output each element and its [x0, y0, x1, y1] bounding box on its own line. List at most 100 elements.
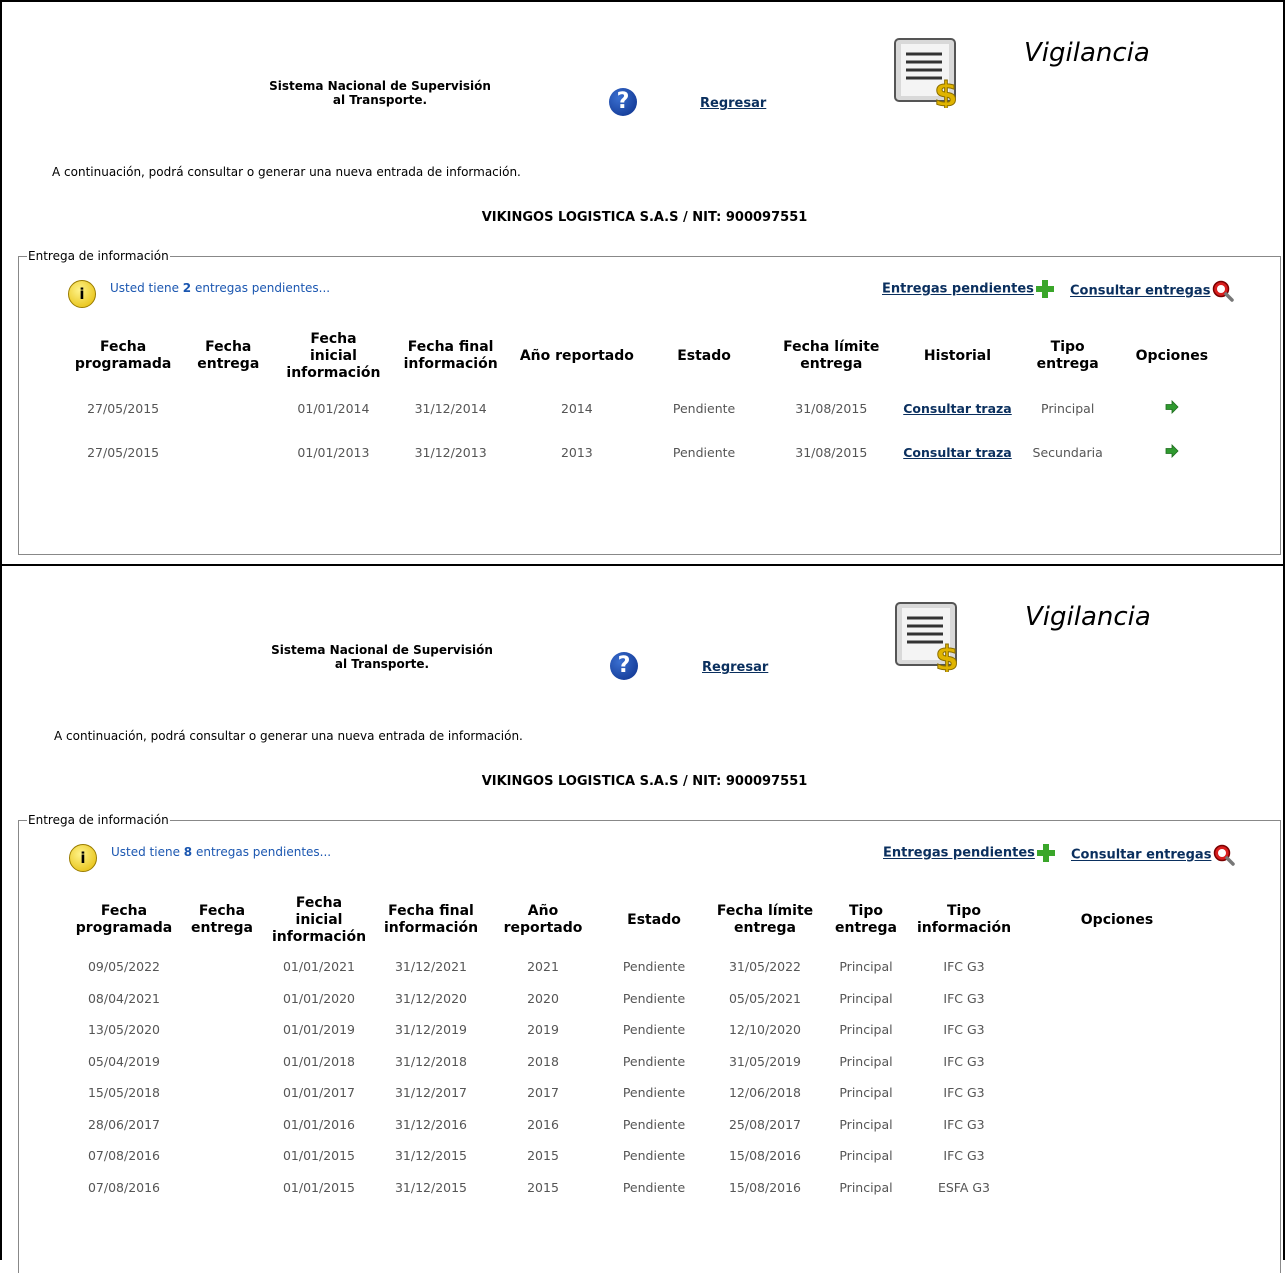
- table-cell: 01/01/2018: [282, 1053, 356, 1069]
- arrow-right-icon[interactable]: [1165, 399, 1179, 414]
- column-header-line: entrega: [190, 920, 254, 936]
- consult-deliveries-link[interactable]: Consultar entregas: [1070, 284, 1210, 299]
- table-cell: Principal: [839, 990, 893, 1006]
- info-icon: i: [68, 280, 96, 308]
- table-cell: [182, 951, 262, 983]
- table-cell: 31/12/2013: [414, 444, 487, 460]
- column-header: Fecha programada: [66, 889, 182, 951]
- system-title-line2: al Transporte.: [332, 93, 428, 107]
- pending-suffix: entregas pendientes...: [194, 281, 331, 295]
- intro-text: A continuación, podrá consultar o genera…: [54, 729, 523, 743]
- table-cell: Principal: [839, 1116, 893, 1132]
- pending-count: 8: [183, 845, 193, 859]
- column-header: Fecha inicial información: [272, 326, 394, 386]
- table-cell: Principal: [839, 1085, 893, 1101]
- table-cell: [182, 1109, 262, 1141]
- column-header: Fecha entrega: [182, 889, 262, 951]
- column-header-line: entrega: [197, 356, 260, 372]
- table-cell[interactable]: [1122, 386, 1222, 430]
- table-cell: [1018, 1109, 1216, 1141]
- column-header-line: entrega: [1036, 356, 1099, 372]
- column-header: Estado: [600, 889, 708, 951]
- pending-deliveries-button[interactable]: Entregas pendientes: [882, 280, 1054, 298]
- table-cell: Principal: [839, 1179, 893, 1195]
- column-header: Opciones: [1018, 889, 1216, 951]
- column-header: Fecha programada: [62, 326, 184, 386]
- plus-icon[interactable]: [1035, 280, 1054, 298]
- pending-deliveries-link[interactable]: Entregas pendientes: [882, 282, 1034, 297]
- magnifier-icon[interactable]: [1213, 844, 1236, 866]
- back-link[interactable]: Regresar: [700, 96, 766, 111]
- table-cell: 2013: [560, 444, 593, 460]
- table-cell: Principal: [839, 1053, 893, 1069]
- svg-text:$: $: [934, 75, 958, 108]
- column-header-line: Fecha límite: [716, 903, 814, 919]
- consult-trace-link[interactable]: Consultar traza: [903, 401, 1012, 416]
- column-header-line: programada: [74, 356, 172, 372]
- table-cell: Pendiente: [622, 1022, 686, 1038]
- consult-deliveries-button[interactable]: Consultar entregas: [1071, 844, 1236, 866]
- table-cell: 01/01/2019: [282, 1022, 356, 1038]
- pending-message: Usted tiene 8 entregas pendientes...: [111, 845, 331, 859]
- table-row: 09/05/2022 01/01/2021 31/12/2021 2021 Pendie…: [66, 951, 1216, 983]
- table-cell: 31/12/2015: [394, 1148, 468, 1164]
- consult-deliveries-link[interactable]: Consultar entregas: [1071, 848, 1211, 863]
- column-header-line: información: [286, 364, 381, 381]
- table-cell: 31/12/2014: [414, 400, 487, 416]
- table-cell: 31/12/2017: [394, 1085, 468, 1101]
- company-nit: VIKINGOS LOGISTICA S.A.S / NIT: 90009755…: [481, 774, 808, 789]
- pending-deliveries-button[interactable]: Entregas pendientes: [883, 844, 1055, 862]
- back-link[interactable]: Regresar: [702, 660, 768, 675]
- table-header-row: Fecha programada Fecha entrega Fecha inicial i…: [66, 889, 1216, 951]
- module-title: Vigilancia: [1024, 38, 1150, 68]
- column-header-line: Fecha límite: [783, 339, 880, 355]
- table-cell: IFC G3: [943, 1022, 985, 1038]
- info-icon: i: [69, 844, 97, 872]
- table-cell: ESFA G3: [937, 1179, 991, 1195]
- column-header-line: información: [403, 356, 498, 372]
- table-cell: Principal: [839, 1148, 893, 1164]
- consult-trace-link[interactable]: Consultar traza: [903, 445, 1012, 460]
- plus-icon[interactable]: [1036, 844, 1055, 862]
- pending-message: Usted tiene 2 entregas pendientes...: [110, 281, 330, 295]
- help-icon[interactable]: ?: [609, 88, 637, 116]
- table-cell: 15/08/2016: [728, 1148, 802, 1164]
- pending-count: 2: [182, 281, 192, 295]
- table-cell: [182, 1172, 262, 1204]
- table-cell[interactable]: [1122, 430, 1222, 474]
- table-cell: Pendiente: [672, 444, 736, 460]
- magnifier-icon[interactable]: [1212, 280, 1235, 302]
- table-cell: 08/04/2021: [87, 990, 161, 1006]
- help-icon[interactable]: ?: [610, 652, 638, 680]
- table-row: 07/08/2016 01/01/2015 31/12/2015 2015 Pendie…: [66, 1172, 1216, 1204]
- arrow-right-icon[interactable]: [1165, 443, 1179, 458]
- pending-prefix: Usted tiene: [111, 845, 180, 859]
- table-cell: 31/12/2015: [394, 1179, 468, 1195]
- column-header: Fecha entrega: [184, 326, 272, 386]
- pending-deliveries-link[interactable]: Entregas pendientes: [883, 846, 1035, 861]
- table-cell: 31/05/2022: [728, 959, 802, 975]
- table-row: 08/04/2021 01/01/2020 31/12/2020 2020 Pendie…: [66, 983, 1216, 1015]
- table-cell: Pendiente: [672, 400, 736, 416]
- table-cell: [182, 1046, 262, 1078]
- system-title-line1: Sistema Nacional de Supervisión: [269, 79, 491, 93]
- table-cell: 31/12/2021: [394, 959, 468, 975]
- table-cell: 15/08/2016: [728, 1179, 802, 1195]
- table-row: 13/05/2020 01/01/2019 31/12/2019 2019 Pendie…: [66, 1014, 1216, 1046]
- column-header-line: información: [383, 920, 479, 936]
- table-cell: 01/01/2013: [297, 444, 370, 460]
- table-cell: IFC G3: [943, 1116, 985, 1132]
- column-header-line: Opciones: [1135, 347, 1209, 364]
- table-row: 27/05/2015 01/01/2013 31/12/2013 2013 Pendie…: [62, 430, 1222, 474]
- consult-deliveries-button[interactable]: Consultar entregas: [1070, 280, 1235, 302]
- table-cell: [1018, 1140, 1216, 1172]
- column-header-line: Opciones: [1080, 911, 1154, 928]
- table-cell: [1018, 1172, 1216, 1204]
- table-cell: 2015: [527, 1148, 559, 1164]
- pending-suffix: entregas pendientes...: [195, 845, 332, 859]
- table-header-row: Fecha programada Fecha entrega Fecha inicial i…: [62, 326, 1222, 386]
- svg-text:$: $: [935, 639, 959, 672]
- column-header: Año reportado: [486, 889, 600, 951]
- table-cell: 27/05/2015: [87, 444, 160, 460]
- column-header: Historial: [901, 326, 1013, 386]
